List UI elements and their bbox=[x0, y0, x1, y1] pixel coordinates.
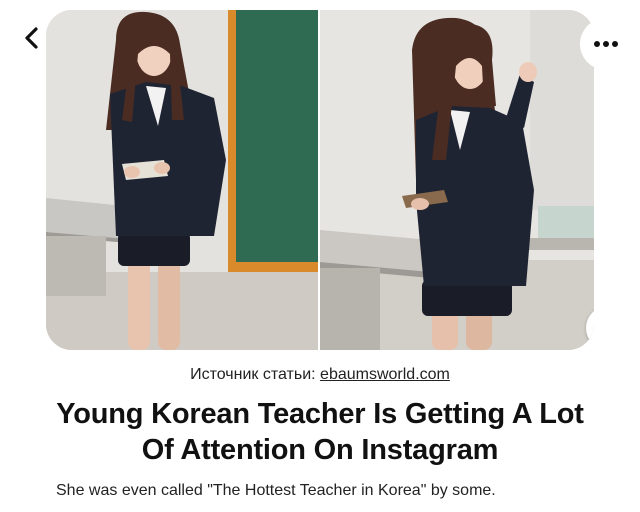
pin-closeup-page: Источник статьи: ebaumsworld.com Young K… bbox=[0, 0, 640, 512]
chevron-left-icon bbox=[22, 26, 42, 55]
teacher-photo-left bbox=[46, 10, 318, 350]
photo-right bbox=[320, 10, 594, 350]
photo-left bbox=[46, 10, 318, 350]
back-button[interactable] bbox=[12, 20, 52, 60]
article-source: Источник статьи: ebaumsworld.com bbox=[0, 366, 640, 384]
article-description: She was even called "The Hottest Teacher… bbox=[56, 482, 496, 499]
pin-image[interactable] bbox=[46, 10, 594, 350]
more-options-button[interactable] bbox=[580, 18, 632, 70]
source-label: Источник статьи: bbox=[190, 366, 321, 383]
source-link[interactable]: ebaumsworld.com bbox=[320, 366, 450, 383]
article-title: Young Korean Teacher Is Getting A Lot Of… bbox=[56, 398, 584, 466]
teacher-photo-right bbox=[320, 10, 594, 350]
more-horizontal-icon bbox=[593, 35, 619, 53]
